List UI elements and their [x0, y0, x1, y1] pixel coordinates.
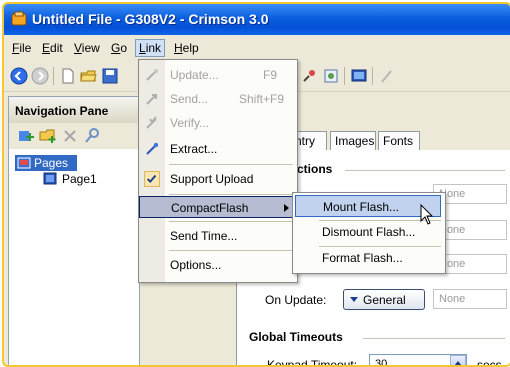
tree-item-page1[interactable]: Page1	[43, 171, 123, 187]
send-icon	[146, 94, 157, 105]
new-file-icon[interactable]	[59, 67, 77, 85]
on-update-value-field[interactable]: None	[433, 289, 507, 309]
menu-separator	[169, 221, 293, 222]
menu-item-label: Send Time...	[170, 229, 238, 243]
menu-item-support-upload[interactable]: Support Upload	[139, 168, 297, 190]
menu-go[interactable]: Go	[111, 41, 127, 55]
menu-item-label: Extract...	[170, 142, 218, 156]
menu-item-update[interactable]: Update... F9	[139, 64, 297, 86]
navigation-pane-title: Navigation Pane	[15, 104, 109, 118]
toolbar-separator	[344, 67, 345, 85]
dropdown-arrow-icon	[350, 297, 358, 302]
add-icon[interactable]	[17, 127, 35, 145]
app-icon	[11, 11, 27, 26]
tab-images[interactable]: Images	[330, 131, 376, 150]
pages-folder-icon	[17, 157, 31, 169]
menu-item-options[interactable]: Options...	[139, 254, 297, 276]
update-icon	[146, 69, 158, 81]
tab-fonts[interactable]: Fonts	[378, 131, 420, 150]
link-menu: Update... F9 Send... Shift+F9 Verify... …	[138, 59, 298, 283]
menu-file[interactable]: File	[12, 41, 31, 55]
delete-icon[interactable]	[61, 127, 79, 145]
menu-item-label: Format Flash...	[322, 251, 403, 265]
open-folder-icon[interactable]	[80, 67, 98, 85]
checkmark-icon	[144, 171, 160, 187]
on-update-label: On Update:	[265, 293, 327, 307]
section-title-actions: ctions	[297, 162, 333, 176]
tool-icon[interactable]	[300, 67, 318, 85]
keypad-timeout-unit: secs	[477, 358, 502, 367]
toolbar-separator	[53, 67, 54, 85]
navigation-pane: Navigation Pane Pages Page1	[8, 96, 140, 365]
menu-help[interactable]: Help	[174, 41, 199, 55]
toolbar-separator	[372, 67, 373, 85]
submenu-item-format-flash[interactable]: Format Flash...	[295, 247, 441, 269]
extract-icon	[146, 142, 159, 155]
spin-up-icon	[454, 361, 462, 365]
section-rule	[363, 338, 505, 339]
menu-item-label: Support Upload	[170, 172, 254, 186]
on-update-dropdown[interactable]: General	[343, 289, 425, 310]
menu-separator	[169, 250, 293, 251]
menu-item-send[interactable]: Send... Shift+F9	[139, 88, 297, 110]
find-icon[interactable]	[83, 127, 101, 145]
tab-label: Images	[335, 134, 375, 148]
wand-icon[interactable]	[378, 67, 396, 85]
keypad-timeout-label: Keypad Timeout:	[267, 358, 358, 367]
menu-edit[interactable]: Edit	[42, 41, 63, 55]
menu-separator	[169, 164, 293, 165]
menu-item-send-time[interactable]: Send Time...	[139, 225, 297, 247]
menu-item-shortcut: F9	[263, 68, 278, 82]
tab-label: Fonts	[383, 134, 414, 148]
menu-item-verify[interactable]: Verify...	[139, 112, 297, 134]
forward-icon[interactable]	[31, 67, 49, 85]
menu-item-label: Update...	[170, 68, 219, 82]
navigation-toolbar	[9, 123, 139, 149]
spin-up-button[interactable]	[450, 355, 466, 365]
tab-label: ntry	[295, 134, 316, 148]
app-window: Untitled File - G308V2 - Crimson 3.0 Fil…	[2, 2, 510, 367]
menu-item-label: Options...	[170, 258, 222, 272]
window-title: Untitled File - G308V2 - Crimson 3.0	[32, 11, 269, 27]
back-icon[interactable]	[10, 67, 28, 85]
title-bar[interactable]: Untitled File - G308V2 - Crimson 3.0	[4, 4, 510, 35]
mouse-cursor-icon	[420, 204, 434, 225]
menu-item-label: Verify...	[170, 116, 210, 130]
add-folder-icon[interactable]	[39, 127, 57, 145]
menu-item-label: Send...	[170, 92, 209, 106]
menu-view[interactable]: View	[74, 41, 100, 55]
menu-separator	[169, 194, 293, 195]
submenu-arrow-icon	[284, 204, 289, 212]
tree-label: Pages	[34, 156, 69, 170]
menu-item-extract[interactable]: Extract...	[139, 138, 297, 160]
dropdown-label: General	[363, 293, 406, 307]
save-icon[interactable]	[101, 67, 119, 85]
menu-item-label: Dismount Flash...	[322, 225, 416, 239]
menu-item-compactflash[interactable]: CompactFlash	[139, 196, 297, 218]
menu-item-label: CompactFlash	[171, 201, 249, 215]
page-icon	[43, 172, 57, 185]
display-icon[interactable]	[350, 67, 368, 85]
verify-icon	[146, 116, 157, 129]
tree-item-pages[interactable]: Pages	[15, 155, 77, 171]
menu-item-shortcut: Shift+F9	[239, 92, 285, 106]
menu-item-label: Mount Flash...	[323, 200, 400, 214]
section-rule	[345, 170, 505, 171]
menu-bar: File Edit View Go Link Help	[4, 37, 510, 59]
navigation-pane-header: Navigation Pane	[9, 97, 139, 123]
menu-link[interactable]: Link	[135, 39, 166, 57]
section-title-global-timeouts: Global Timeouts	[249, 330, 343, 344]
tree-label: Page1	[62, 172, 97, 186]
tool2-icon[interactable]	[322, 67, 340, 85]
